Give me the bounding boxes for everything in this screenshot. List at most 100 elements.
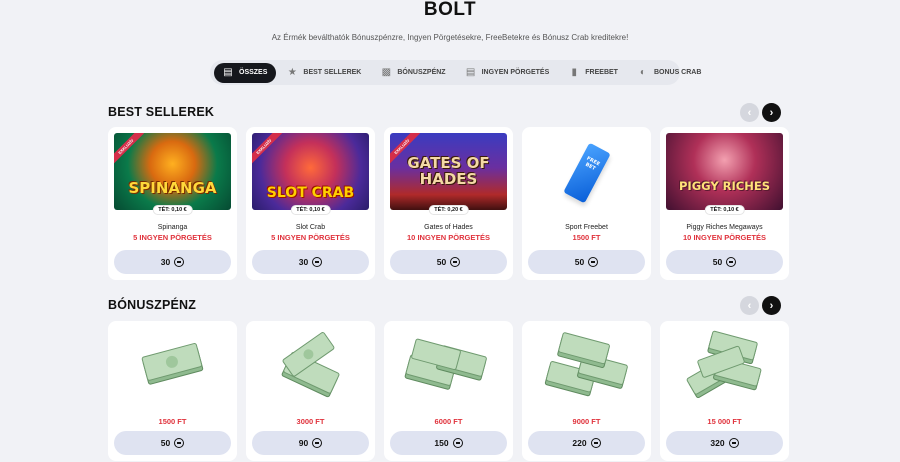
coin-icon bbox=[174, 438, 185, 448]
exclusive-badge: EXKLUZÍV bbox=[114, 133, 144, 165]
coin-icon bbox=[588, 257, 599, 267]
price-button[interactable]: 50 bbox=[528, 250, 645, 274]
price-value: 150 bbox=[434, 438, 449, 448]
coin-icon bbox=[312, 438, 323, 448]
page-title: BOLT bbox=[423, 0, 477, 20]
page-subtitle: Az Érmék beválthatók Bónuszpénzre, Ingye… bbox=[271, 33, 629, 42]
product-card-spinanga[interactable]: EXKLUZÍV SPINANGA TÉT: 0,10 € Spinanga 5… bbox=[108, 127, 237, 280]
product-prize: 10 INGYEN PÖRGETÉS bbox=[407, 233, 490, 242]
section-title-best-sellers: BEST SELLEREK bbox=[108, 105, 215, 119]
best-sellers-carousel-nav: ‹ › bbox=[740, 103, 781, 122]
product-prize: 6000 FT bbox=[434, 417, 463, 426]
product-prize: 1500 FT bbox=[572, 233, 601, 242]
cash-stack-image bbox=[281, 332, 340, 398]
price-value: 30 bbox=[160, 257, 171, 267]
category-filter-bar: ▤ ÖSSZES ★ BEST SELLEREK ▩ BÓNUSZPÉNZ ▤ … bbox=[210, 60, 701, 85]
spin-icon: ▤ bbox=[465, 66, 476, 78]
product-card-bonus-3000[interactable]: 3000 FT 90 bbox=[246, 321, 375, 461]
filter-freebet[interactable]: ▮ FREEBET bbox=[560, 63, 627, 83]
filter-label: BÓNUSZPÉNZ bbox=[397, 69, 446, 76]
product-card-bonus-1500[interactable]: 1500 FT 50 bbox=[108, 321, 237, 461]
prev-arrow-button[interactable]: ‹ bbox=[740, 296, 759, 315]
freebet-ticket-image: FREE BET bbox=[528, 133, 645, 210]
filter-free-spins[interactable]: ▤ INGYEN PÖRGETÉS bbox=[457, 63, 559, 83]
star-icon: ★ bbox=[287, 66, 297, 78]
filter-label: BEST SELLEREK bbox=[303, 69, 362, 76]
next-arrow-button[interactable]: › bbox=[762, 296, 781, 315]
product-card-sport-freebet[interactable]: FREE BET Sport Freebet 1500 FT 50 bbox=[522, 127, 651, 280]
price-button[interactable]: 220 bbox=[528, 431, 645, 455]
coin-icon bbox=[726, 257, 737, 267]
cash-stack-image bbox=[544, 332, 628, 397]
ticket-icon: ▮ bbox=[571, 66, 578, 78]
cash-stack-image bbox=[686, 330, 762, 399]
product-name: Sport Freebet bbox=[565, 224, 608, 231]
ticket-text: FREE BET bbox=[584, 155, 601, 172]
price-value: 90 bbox=[298, 438, 309, 448]
filter-best-sellers[interactable]: ★ BEST SELLEREK bbox=[278, 63, 370, 83]
exclusive-badge: EXKLUZÍV bbox=[252, 133, 282, 165]
price-value: 50 bbox=[712, 257, 723, 267]
cash-stack-image bbox=[141, 342, 204, 385]
price-button[interactable]: 50 bbox=[666, 250, 783, 274]
filter-label: ÖSSZES bbox=[239, 69, 268, 76]
cash-icon: ▩ bbox=[381, 66, 392, 78]
price-value: 50 bbox=[160, 438, 171, 448]
product-prize: 15 000 FT bbox=[707, 417, 742, 426]
product-card-bonus-6000[interactable]: 6000 FT 150 bbox=[384, 321, 513, 461]
bet-badge: TÉT: 0,10 € bbox=[704, 205, 745, 215]
price-value: 220 bbox=[572, 438, 587, 448]
cash-stack-image bbox=[404, 338, 487, 390]
price-value: 50 bbox=[436, 257, 447, 267]
bet-badge: TÉT: 0,10 € bbox=[152, 205, 193, 215]
game-thumbnail: PIGGY RICHES bbox=[666, 133, 783, 210]
filter-all[interactable]: ▤ ÖSSZES bbox=[214, 62, 277, 83]
coin-icon bbox=[452, 438, 463, 448]
game-thumbnail: EXKLUZÍV SLOT CRAB bbox=[252, 133, 369, 210]
product-name: Piggy Riches Megaways bbox=[686, 224, 763, 231]
price-button[interactable]: 320 bbox=[666, 431, 783, 455]
filter-bonus-money[interactable]: ▩ BÓNUSZPÉNZ bbox=[372, 63, 454, 83]
price-button[interactable]: 90 bbox=[252, 431, 369, 455]
game-logo-text: PIGGY RICHES bbox=[678, 179, 770, 193]
product-card-bonus-9000[interactable]: 9000 FT 220 bbox=[522, 321, 651, 461]
product-name: Slot Crab bbox=[295, 224, 326, 231]
price-button[interactable]: 30 bbox=[252, 250, 369, 274]
bonus-money-row: 1500 FT 50 3000 FT 90 6000 FT 150 9000 F… bbox=[108, 321, 789, 461]
game-thumbnail: EXKLUZÍV SPINANGA bbox=[114, 133, 231, 210]
next-arrow-button[interactable]: › bbox=[762, 103, 781, 122]
section-title-bonus-money: BÓNUSZPÉNZ bbox=[108, 298, 197, 312]
product-card-bonus-15000[interactable]: 15 000 FT 320 bbox=[660, 321, 789, 461]
prev-arrow-button[interactable]: ‹ bbox=[740, 103, 759, 122]
coin-icon bbox=[590, 438, 601, 448]
price-button[interactable]: 30 bbox=[114, 250, 231, 274]
ticket-shape: FREE BET bbox=[563, 142, 611, 204]
bet-badge: TÉT: 0,10 € bbox=[290, 205, 331, 215]
price-value: 50 bbox=[574, 257, 585, 267]
bet-badge: TÉT: 0,20 € bbox=[428, 205, 469, 215]
filter-label: INGYEN PÖRGETÉS bbox=[481, 69, 550, 76]
product-prize: 9000 FT bbox=[572, 417, 601, 426]
bag-icon: ▤ bbox=[223, 66, 233, 78]
filter-label: BONUS CRAB bbox=[653, 69, 702, 76]
filter-bonus-crab[interactable]: ◐ BONUS CRAB bbox=[629, 63, 710, 83]
coin-icon bbox=[312, 257, 323, 267]
product-prize: 5 INGYEN PÖRGETÉS bbox=[133, 233, 212, 242]
product-prize: 1500 FT bbox=[158, 417, 187, 426]
game-logo-text: SLOT CRAB bbox=[266, 185, 355, 201]
coin-icon bbox=[450, 257, 461, 267]
game-logo-text: SPINANGA bbox=[128, 179, 217, 197]
price-button[interactable]: 50 bbox=[390, 250, 507, 274]
product-card-gates-of-hades[interactable]: EXKLUZÍV GATES OF HADES TÉT: 0,20 € Gate… bbox=[384, 127, 513, 280]
price-button[interactable]: 50 bbox=[114, 431, 231, 455]
coin-icon bbox=[728, 438, 739, 448]
product-name: Spinanga bbox=[157, 224, 188, 231]
game-thumbnail: EXKLUZÍV GATES OF HADES bbox=[390, 133, 507, 210]
coin-icon bbox=[174, 257, 185, 267]
bonus-money-carousel-nav: ‹ › bbox=[740, 296, 781, 315]
price-button[interactable]: 150 bbox=[390, 431, 507, 455]
product-name: Gates of Hades bbox=[424, 224, 473, 231]
product-card-slot-crab[interactable]: EXKLUZÍV SLOT CRAB TÉT: 0,10 € Slot Crab… bbox=[246, 127, 375, 280]
product-card-piggy-riches[interactable]: PIGGY RICHES TÉT: 0,10 € Piggy Riches Me… bbox=[660, 127, 789, 280]
best-sellers-row: EXKLUZÍV SPINANGA TÉT: 0,10 € Spinanga 5… bbox=[108, 127, 789, 280]
